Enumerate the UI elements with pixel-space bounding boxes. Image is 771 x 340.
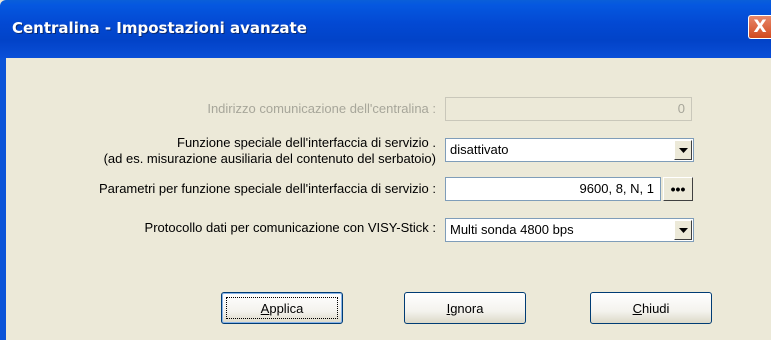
protocol-select[interactable]: Multi sonda 4800 bps <box>445 218 694 242</box>
ellipsis-icon: ••• <box>670 181 686 197</box>
close-icon: X <box>753 16 767 37</box>
close-button[interactable]: Chiudi <box>590 292 712 324</box>
address-field: 0 <box>445 97 692 121</box>
window-title: Centralina - Impostazioni avanzate <box>12 19 307 37</box>
title-bar[interactable]: Centralina - Impostazioni avanzate X <box>0 0 771 58</box>
ignore-button-label: Ignora <box>446 300 484 316</box>
apply-button[interactable]: Applica <box>221 292 343 324</box>
special-function-select[interactable]: disattivato <box>445 138 694 162</box>
address-label: Indirizzo comunicazione dell'centralina … <box>207 101 436 116</box>
address-value: 0 <box>677 101 685 116</box>
protocol-dropdown-button[interactable] <box>674 220 692 240</box>
chevron-down-icon <box>678 147 688 153</box>
close-button-label: Chiudi <box>632 300 670 316</box>
protocol-label: Protocollo dati per comunicazione con VI… <box>144 220 436 235</box>
special-function-value: disattivato <box>450 142 509 157</box>
close-window-button[interactable]: X <box>748 15 771 39</box>
window-frame-left <box>0 58 6 340</box>
special-params-label: Parametri per funzione speciale dell'int… <box>98 181 436 196</box>
special-function-dropdown-button[interactable] <box>674 140 692 160</box>
special-function-sublabel: (ad es. misurazione ausiliaria del conte… <box>103 151 436 166</box>
focus-rectangle <box>226 297 338 319</box>
chevron-down-icon <box>678 227 688 233</box>
special-function-label: Funzione speciale dell'interfaccia di se… <box>177 135 436 150</box>
ignore-button[interactable]: Ignora <box>404 292 526 324</box>
special-params-more-button[interactable]: ••• <box>663 177 693 201</box>
special-params-input[interactable]: 9600, 8, N, 1 <box>445 177 661 201</box>
special-params-value: 9600, 8, N, 1 <box>579 181 654 196</box>
protocol-value: Multi sonda 4800 bps <box>450 222 574 237</box>
